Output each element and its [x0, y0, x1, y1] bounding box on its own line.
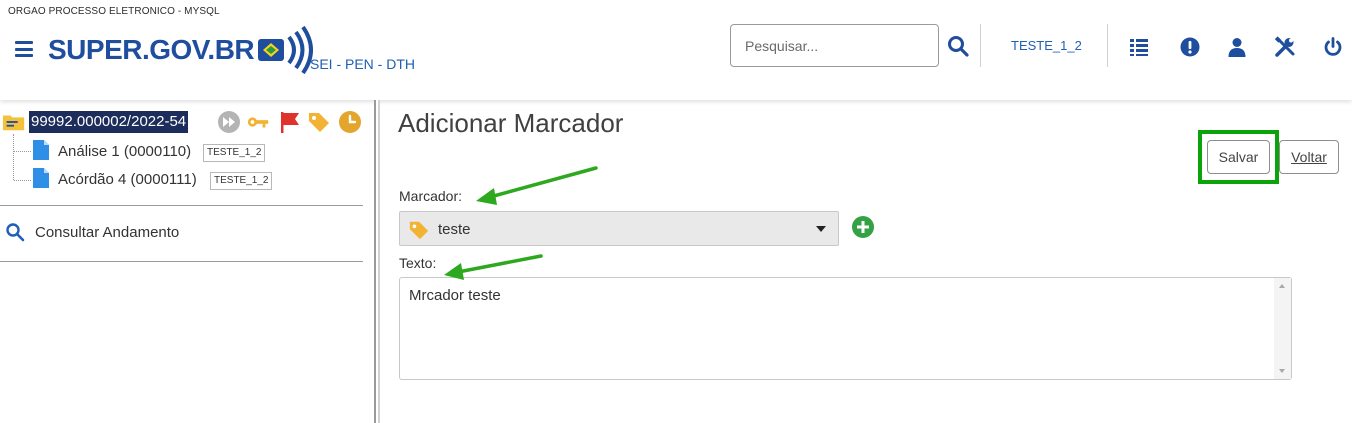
tag-icon[interactable] — [307, 110, 331, 134]
clock-icon[interactable] — [338, 110, 362, 134]
consult-history-link[interactable]: Consultar Andamento — [5, 222, 179, 242]
document-icon[interactable] — [32, 139, 50, 161]
marker-select[interactable]: teste — [399, 211, 839, 246]
sei-app: ORGAO PROCESSO ELETRONICO - MYSQL SUPER.… — [0, 0, 1352, 423]
org-label: ORGAO PROCESSO ELETRONICO - MYSQL — [8, 6, 220, 17]
document-link[interactable]: Análise 1 (0000110) — [58, 143, 191, 160]
plus-icon — [857, 221, 869, 233]
search-input[interactable] — [731, 25, 938, 66]
back-button[interactable]: Voltar — [1279, 140, 1339, 174]
text-field[interactable]: Mrcador teste — [399, 277, 1292, 380]
document-unit-tag: TESTE_1_2 — [210, 172, 273, 190]
unit-label: SEI - PEN - DTH — [310, 56, 416, 72]
forward-icon[interactable] — [217, 110, 241, 134]
notice-icon[interactable] — [1179, 36, 1201, 58]
text-textarea[interactable]: Mrcador teste — [400, 278, 1275, 379]
scroll-up-icon[interactable] — [1279, 284, 1285, 288]
document-unit-tag: TESTE_1_2 — [203, 144, 266, 162]
marker-label: Marcador: — [399, 188, 463, 204]
panel-divider — [0, 205, 363, 206]
control-panel-icon[interactable] — [1128, 36, 1150, 58]
top-header: ORGAO PROCESSO ELETRONICO - MYSQL SUPER.… — [0, 0, 1352, 100]
tools-icon[interactable] — [1274, 36, 1296, 58]
folder-icon[interactable] — [2, 110, 26, 134]
annotation-arrow — [476, 166, 598, 205]
header-divider — [1107, 24, 1108, 67]
add-marker-button[interactable] — [852, 216, 874, 238]
user-unit-link[interactable]: TESTE_1_2 — [1011, 38, 1082, 53]
app-logo[interactable]: SUPER.GOV.BR — [48, 24, 316, 76]
tree-connector — [13, 134, 14, 180]
tree-connector — [14, 151, 31, 152]
textarea-scrollbar[interactable] — [1274, 278, 1291, 379]
scroll-down-icon[interactable] — [1279, 369, 1285, 373]
marker-select-value: teste — [438, 221, 471, 238]
save-button[interactable]: Salvar — [1207, 140, 1270, 174]
menu-icon[interactable] — [15, 41, 33, 57]
chevron-down-icon — [816, 226, 826, 232]
logo-mark-icon — [258, 25, 314, 75]
tree-connector — [14, 180, 31, 181]
flag-icon[interactable] — [278, 110, 302, 134]
text-label: Texto: — [399, 255, 437, 271]
logo-text: SUPER.GOV.BR — [48, 34, 255, 65]
header-divider — [980, 24, 981, 67]
document-icon[interactable] — [32, 167, 50, 189]
document-link[interactable]: Acórdão 4 (0000111) — [58, 171, 197, 188]
panel-splitter[interactable] — [374, 100, 380, 423]
tag-icon — [409, 221, 429, 240]
panel-divider — [0, 261, 363, 262]
search-icon — [6, 223, 25, 242]
page-title: Adicionar Marcador — [398, 108, 624, 138]
search-icon[interactable] — [946, 34, 970, 58]
user-icon[interactable] — [1226, 36, 1248, 58]
process-number[interactable]: 99992.000002/2022-54 — [29, 111, 189, 133]
power-icon[interactable] — [1322, 36, 1344, 58]
search-field[interactable] — [730, 24, 939, 67]
consult-history-label: Consultar Andamento — [35, 223, 180, 241]
key-icon[interactable] — [246, 110, 270, 134]
